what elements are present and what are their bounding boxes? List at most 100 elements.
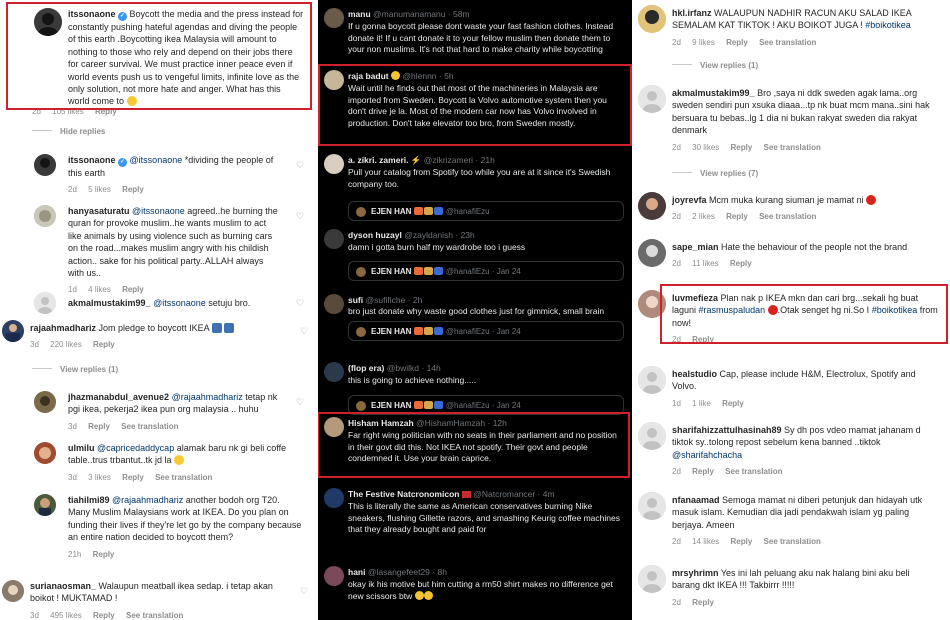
tweet-author-name[interactable]: raja badut	[348, 71, 389, 81]
see-translation-button[interactable]: See translation	[764, 537, 821, 546]
tweet-handle[interactable]: @sufifiche	[366, 295, 406, 305]
reply-button[interactable]: Reply	[692, 467, 714, 476]
avatar[interactable]	[324, 154, 344, 174]
comment-username[interactable]: healstudio	[672, 369, 717, 379]
avatar[interactable]	[324, 566, 344, 586]
reply-button[interactable]: Reply	[93, 611, 115, 620]
comment-username[interactable]: itssonaone	[68, 155, 116, 165]
comment-likes[interactable]: 105 likes	[52, 107, 84, 116]
tweet-author-name[interactable]: a. zikri. zameri.	[348, 155, 408, 165]
avatar[interactable]	[638, 422, 666, 450]
hashtag-link[interactable]: #rasmuspaludan	[699, 305, 766, 315]
reply-button[interactable]: Reply	[731, 537, 753, 546]
hide-replies-button[interactable]: Hide replies	[32, 127, 105, 136]
comment-likes[interactable]: 220 likes	[50, 340, 82, 349]
avatar[interactable]	[324, 362, 344, 382]
avatar[interactable]	[34, 494, 56, 516]
hashtag-link[interactable]: #boikotikea	[865, 20, 911, 30]
view-replies-button[interactable]: View replies (7)	[672, 169, 758, 178]
reply-button[interactable]: Reply	[731, 143, 753, 152]
tweet-handle[interactable]: @zikrizameri	[424, 155, 473, 165]
avatar[interactable]	[638, 85, 666, 113]
comment-username[interactable]: nfanaamad	[672, 495, 720, 505]
comment-username[interactable]: akmalmustakim99_	[68, 298, 151, 308]
comment-likes[interactable]: 2 likes	[692, 212, 715, 221]
mention-link[interactable]: @rajaahmadhariz	[172, 392, 243, 402]
avatar[interactable]	[638, 5, 666, 33]
comment-username[interactable]: akmalmustakim99_	[672, 88, 755, 98]
tweet-author-name[interactable]: Hisham Hamzah	[348, 418, 414, 428]
avatar[interactable]	[34, 8, 62, 36]
comment-username[interactable]: surianaosman_	[30, 581, 96, 591]
comment-likes[interactable]: 495 likes	[50, 611, 82, 620]
reply-button[interactable]: Reply	[122, 185, 144, 194]
tweet-handle[interactable]: @zayldanish	[404, 230, 453, 240]
tweet-handle[interactable]: @HishamHamzah	[416, 418, 485, 428]
avatar[interactable]	[638, 239, 666, 267]
comment-username[interactable]: joyrevfa	[672, 195, 707, 205]
reply-button[interactable]: Reply	[93, 340, 115, 349]
heart-icon[interactable]: ♡	[296, 298, 306, 308]
mention-link[interactable]: @sharifahchacha	[672, 450, 742, 460]
comment-likes[interactable]: 14 likes	[692, 537, 719, 546]
reply-button[interactable]: Reply	[88, 422, 110, 431]
see-translation-button[interactable]: See translation	[759, 38, 816, 47]
avatar[interactable]	[638, 565, 666, 593]
reply-button[interactable]: Reply	[692, 598, 714, 607]
comment-likes[interactable]: 11 likes	[692, 259, 719, 268]
see-translation-button[interactable]: See translation	[725, 467, 782, 476]
avatar[interactable]	[324, 229, 344, 249]
comment-likes[interactable]: 3 likes	[88, 473, 111, 482]
see-translation-button[interactable]: See translation	[155, 473, 212, 482]
avatar[interactable]	[34, 442, 56, 464]
comment-likes[interactable]: 9 likes	[692, 38, 715, 47]
heart-icon[interactable]: ♡	[296, 397, 306, 407]
avatar[interactable]	[638, 290, 666, 318]
mention-link[interactable]: @rajaahmadhariz	[112, 495, 183, 505]
view-replies-button[interactable]: View replies (1)	[32, 365, 118, 374]
reply-button[interactable]: Reply	[726, 212, 748, 221]
quoted-tweet[interactable]: EJEN HAN @hanafiEzu · Jan 24	[348, 395, 624, 415]
avatar[interactable]	[324, 8, 344, 28]
tweet-author-name[interactable]: manu	[348, 9, 371, 19]
comment-username[interactable]: luvmefieza	[672, 293, 718, 303]
tweet-author-name[interactable]: The Festive Natcronomicon	[348, 489, 459, 499]
avatar[interactable]	[2, 580, 24, 602]
avatar[interactable]	[324, 417, 344, 437]
avatar[interactable]	[324, 488, 344, 508]
avatar[interactable]	[34, 205, 56, 227]
avatar[interactable]	[638, 192, 666, 220]
avatar[interactable]	[34, 154, 56, 176]
tweet-handle[interactable]: @hlennn	[402, 71, 436, 81]
reply-button[interactable]: Reply	[730, 259, 752, 268]
avatar[interactable]	[34, 391, 56, 413]
avatar[interactable]	[324, 70, 344, 90]
avatar[interactable]	[34, 292, 56, 314]
comment-likes[interactable]: 1 like	[692, 399, 711, 408]
avatar[interactable]	[2, 320, 24, 342]
hashtag-link[interactable]: #boikotikea	[872, 305, 918, 315]
see-translation-button[interactable]: See translation	[759, 212, 816, 221]
heart-icon[interactable]: ♡	[300, 326, 310, 336]
tweet-author-name[interactable]: (flop era)	[348, 363, 384, 373]
tweet-handle[interactable]: @bwilkd	[387, 363, 419, 373]
comment-username[interactable]: tiahilmi89	[68, 495, 110, 505]
avatar[interactable]	[324, 294, 344, 314]
quoted-tweet[interactable]: EJEN HAN @hanafiEzu · Jan 24	[348, 321, 624, 341]
mention-link[interactable]: @itssonaone	[153, 298, 206, 308]
heart-icon[interactable]: ♡	[300, 586, 310, 596]
comment-username[interactable]: sape_mian	[672, 242, 719, 252]
tweet-author-name[interactable]: dyson huzayl	[348, 230, 402, 240]
comment-username[interactable]: ulmilu	[68, 443, 95, 453]
see-translation-button[interactable]: See translation	[121, 422, 178, 431]
comment-username[interactable]: hanyasaturatu	[68, 206, 130, 216]
reply-button[interactable]: Reply	[122, 473, 144, 482]
reply-button[interactable]: Reply	[722, 399, 744, 408]
quoted-tweet[interactable]: EJEN HAN @hanafiEzu	[348, 201, 624, 221]
tweet-handle[interactable]: @Natcromancer	[473, 489, 535, 499]
heart-icon[interactable]: ♡	[296, 160, 306, 170]
mention-link[interactable]: @capricedaddycap	[97, 443, 174, 453]
reply-button[interactable]: Reply	[726, 38, 748, 47]
comment-username[interactable]: hkl.irfanz	[672, 8, 712, 18]
tweet-handle[interactable]: @manumanamanu	[373, 9, 445, 19]
